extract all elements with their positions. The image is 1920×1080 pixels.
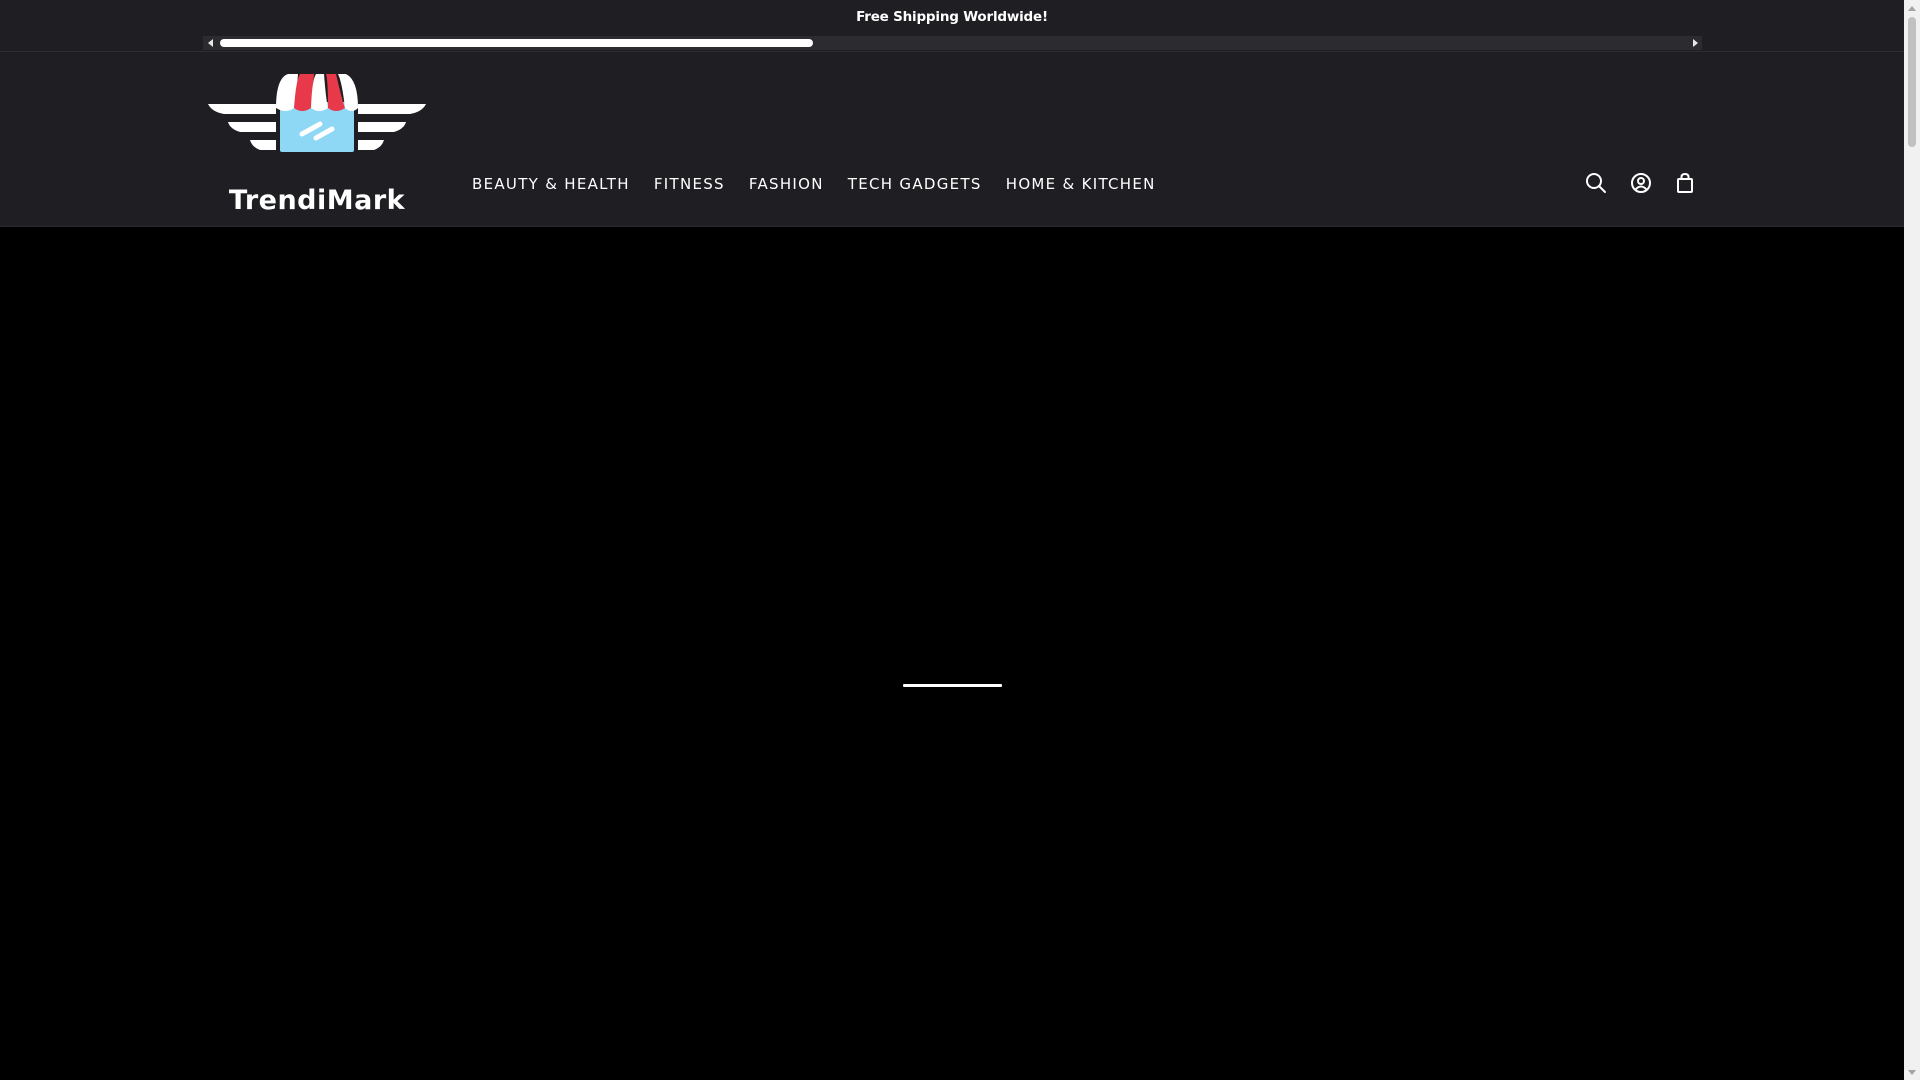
announcement-scroll-track[interactable] xyxy=(220,39,1685,47)
scroll-right-arrow-icon[interactable] xyxy=(1688,36,1702,50)
scroll-left-arrow-icon[interactable] xyxy=(203,36,217,50)
announcement-scroll-thumb[interactable] xyxy=(220,39,814,47)
announcement-scrollbar[interactable] xyxy=(203,36,1702,50)
site-header: TrendiMark BEAUTY & HEALTH FITNESS FASHI… xyxy=(0,52,1904,227)
nav-item-fashion[interactable]: FASHION xyxy=(749,174,824,194)
site-logo[interactable]: TrendiMark xyxy=(206,70,428,216)
account-button[interactable] xyxy=(1626,168,1656,198)
main-nav: BEAUTY & HEALTH FITNESS FASHION TECH GAD… xyxy=(472,174,1180,194)
nav-item-tech-gadgets[interactable]: TECH GADGETS xyxy=(848,174,982,194)
scroll-up-arrow-icon[interactable] xyxy=(1904,0,1920,16)
announcement-bar: Free Shipping Worldwide! xyxy=(0,0,1904,52)
scroll-down-arrow-icon[interactable] xyxy=(1904,1064,1920,1080)
account-icon xyxy=(1631,173,1651,193)
nav-item-fitness[interactable]: FITNESS xyxy=(654,174,725,194)
search-icon xyxy=(1586,173,1606,193)
hero-section xyxy=(0,227,1904,1080)
cart-button[interactable] xyxy=(1670,168,1700,198)
logo-text: TrendiMark xyxy=(228,185,406,216)
announcement-text: Free Shipping Worldwide! xyxy=(856,9,1048,25)
shopping-bag-icon xyxy=(1677,172,1693,193)
page: Free Shipping Worldwide! TrendiMark BEAU… xyxy=(0,0,1904,1080)
page-scroll-thumb[interactable] xyxy=(1908,17,1916,147)
page-scrollbar[interactable] xyxy=(1904,0,1920,1080)
nav-item-beauty-health[interactable]: BEAUTY & HEALTH xyxy=(472,174,630,194)
loading-indicator xyxy=(903,684,1002,687)
search-button[interactable] xyxy=(1581,168,1611,198)
nav-item-home-kitchen[interactable]: HOME & KITCHEN xyxy=(1006,174,1156,194)
storefront-wings-logo-icon xyxy=(208,74,426,152)
